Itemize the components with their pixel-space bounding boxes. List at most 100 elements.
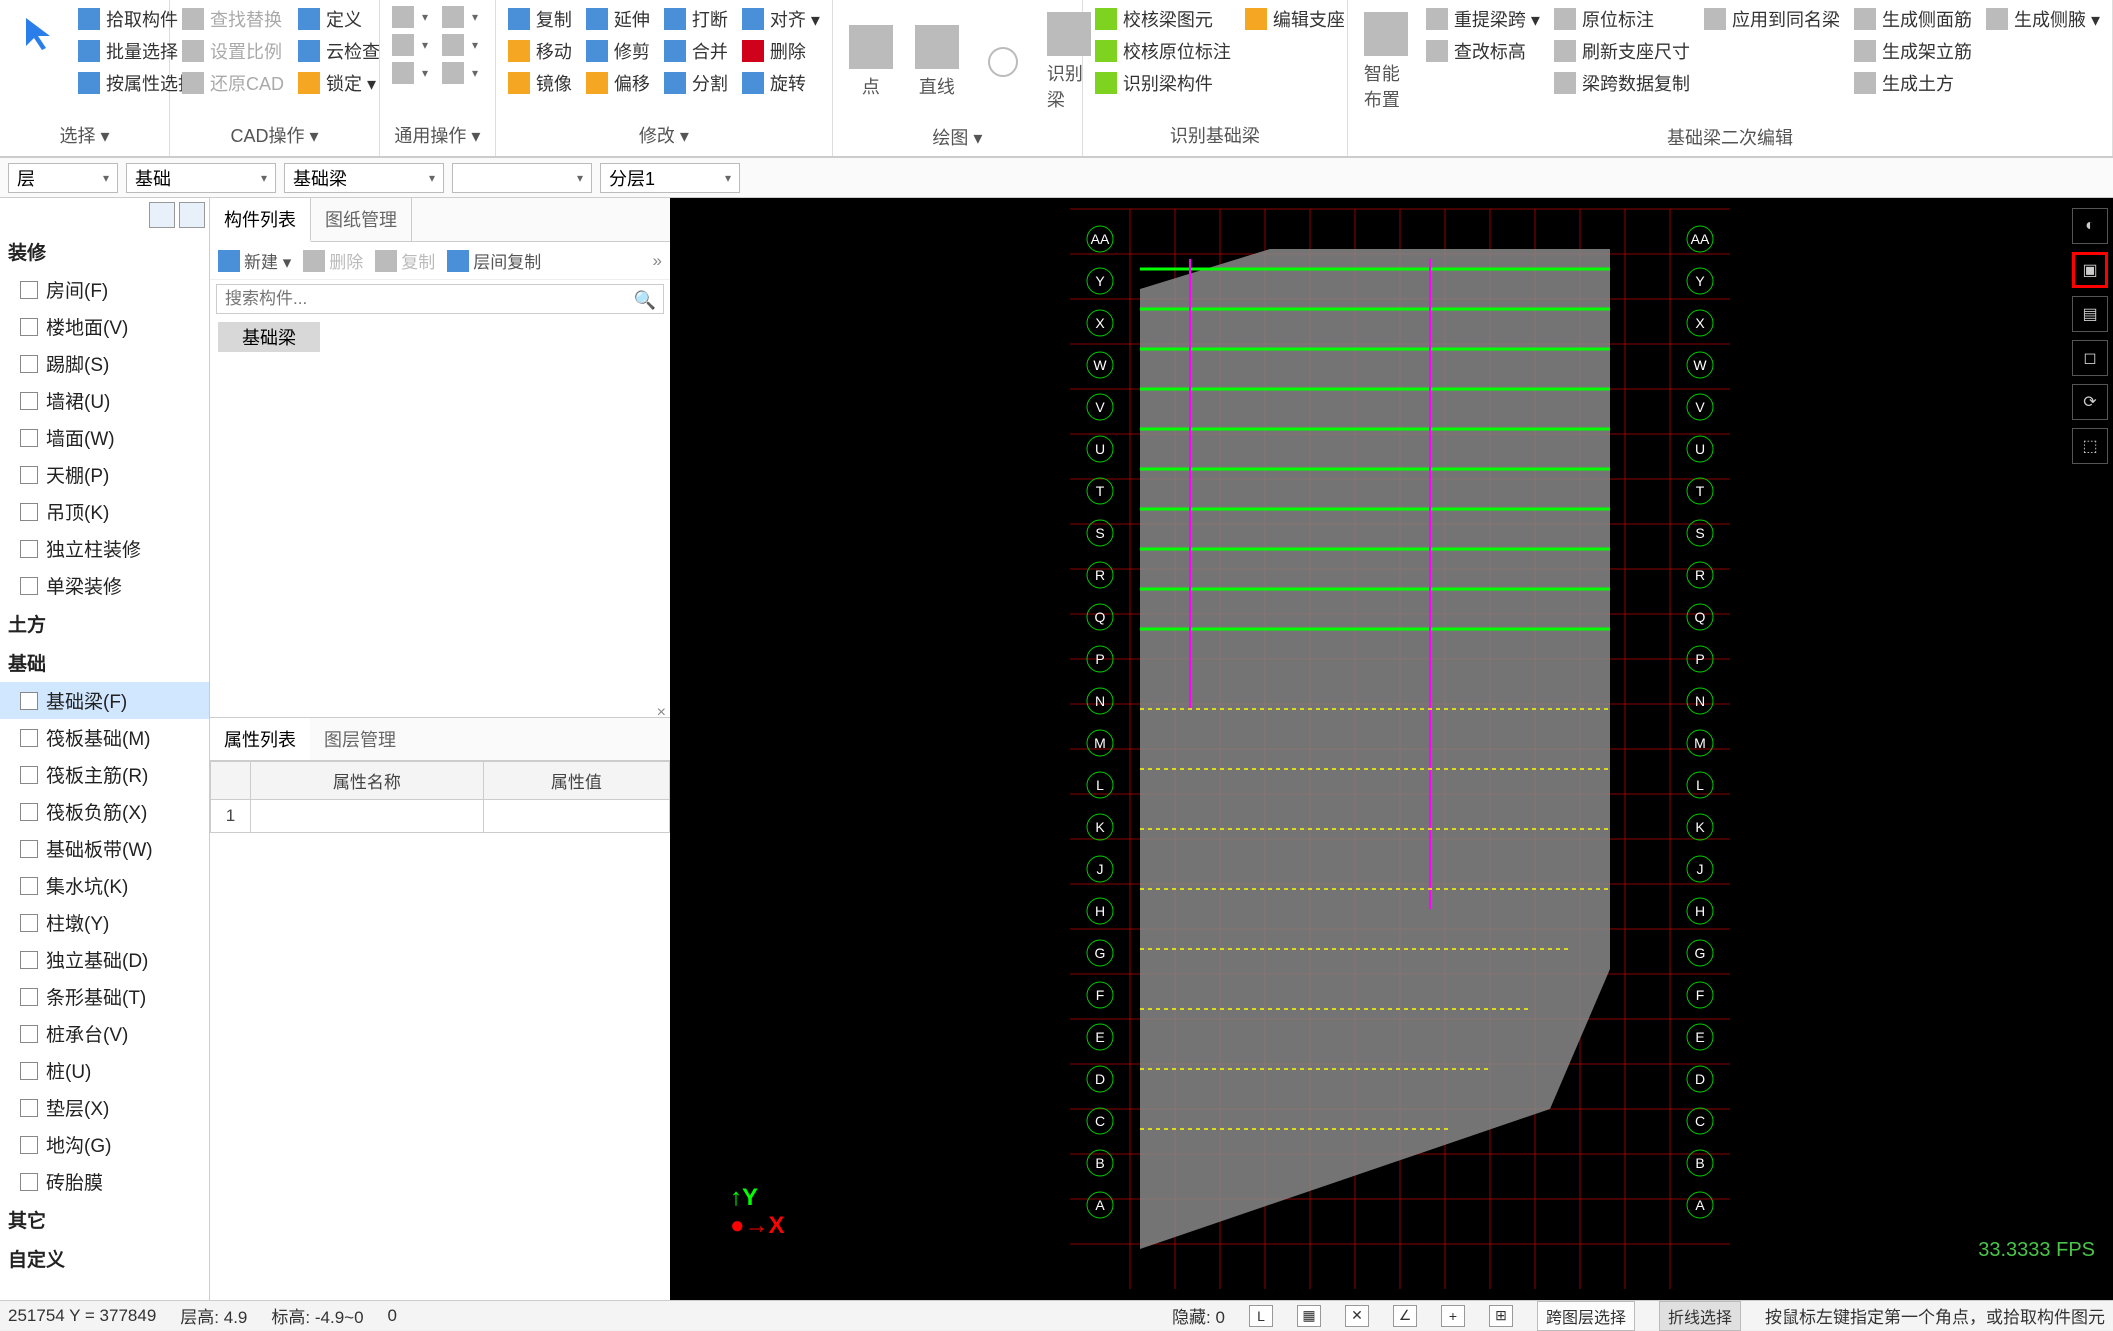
common-1[interactable]: ▾ <box>388 4 432 30</box>
tab-drawing-mgmt[interactable]: 图纸管理 <box>311 198 412 241</box>
polyline-select-button[interactable]: 折线选择 <box>1659 1301 1741 1331</box>
tree-item[interactable]: 天棚(P) <box>0 456 209 493</box>
lock-button[interactable]: 锁定 ▾ <box>294 68 384 98</box>
common-4[interactable]: ▾ <box>438 4 482 30</box>
orig-button[interactable]: 原位标注 <box>1550 4 1694 34</box>
trim-button[interactable]: 修剪 <box>582 36 654 66</box>
tab-component-list[interactable]: 构件列表 <box>210 198 311 242</box>
cat-custom-header[interactable]: 自定义 <box>0 1239 209 1278</box>
cat-decoration-header[interactable]: 装修 <box>0 232 209 271</box>
tree-item[interactable]: 踢脚(S) <box>0 345 209 382</box>
tree-item[interactable]: 墙面(W) <box>0 419 209 456</box>
tree-item[interactable]: 基础板带(W) <box>0 830 209 867</box>
component-tree-root[interactable]: 基础梁 <box>218 322 320 352</box>
view-tool-3d[interactable]: ▣ <box>2072 252 2108 288</box>
attr-close-icon[interactable]: × <box>657 704 666 722</box>
crosslayer-select-button[interactable]: 跨图层选择 <box>1537 1301 1635 1331</box>
status-icon-1[interactable]: L <box>1249 1305 1273 1327</box>
point-button[interactable]: 点 <box>841 17 901 107</box>
status-icon-3[interactable]: ✕ <box>1345 1305 1369 1327</box>
tree-item[interactable]: 柱墩(Y) <box>0 904 209 941</box>
draw-group-label[interactable]: 绘图 ▾ <box>841 120 1074 154</box>
cad-group-label[interactable]: CAD操作 ▾ <box>178 118 371 152</box>
copy-button[interactable]: 复制 <box>504 4 576 34</box>
layer-combo[interactable]: 分层1▾ <box>600 163 740 193</box>
attr-row-1[interactable]: 1 <box>211 800 670 833</box>
view-tool-3[interactable]: ◻ <box>2072 340 2108 376</box>
offset-button[interactable]: 偏移 <box>582 68 654 98</box>
tree-item[interactable]: 吊顶(K) <box>0 493 209 530</box>
tree-item[interactable]: 集水坑(K) <box>0 867 209 904</box>
set-scale-button[interactable]: 设置比例 <box>178 36 288 66</box>
tree-item[interactable]: 筏板负筋(X) <box>0 793 209 830</box>
break-button[interactable]: 打断 <box>660 4 732 34</box>
empty-combo[interactable]: ▾ <box>452 163 592 193</box>
status-icon-2[interactable]: ▦ <box>1297 1305 1321 1327</box>
line-button[interactable]: 直线 <box>907 17 967 107</box>
cat-soil-header[interactable]: 土方 <box>0 604 209 643</box>
tree-item[interactable]: 楼地面(V) <box>0 308 209 345</box>
copy-component-button[interactable]: 复制 <box>375 248 435 273</box>
rotate-button[interactable]: 旋转 <box>738 68 824 98</box>
mirror-button[interactable]: 镜像 <box>504 68 576 98</box>
modify-group-label[interactable]: 修改 ▾ <box>504 118 824 152</box>
delete-button[interactable]: 删除 <box>738 36 824 66</box>
common-5[interactable]: ▾ <box>438 32 482 58</box>
select-tool-button[interactable] <box>8 4 68 64</box>
view-tool-2[interactable]: ▤ <box>2072 296 2108 332</box>
copydata-button[interactable]: 梁跨数据复制 <box>1550 68 1694 98</box>
status-icon-5[interactable]: + <box>1441 1305 1465 1327</box>
tab-layer-mgmt[interactable]: 图层管理 <box>310 718 410 760</box>
common-6[interactable]: ▾ <box>438 60 482 86</box>
tree-item[interactable]: 砖胎膜 <box>0 1163 209 1200</box>
status-icon-6[interactable]: ⊞ <box>1489 1305 1513 1327</box>
applysame-button[interactable]: 应用到同名梁 <box>1700 4 1844 34</box>
tree-item[interactable]: 房间(F) <box>0 271 209 308</box>
define-button[interactable]: 定义 <box>294 4 384 34</box>
genside-button[interactable]: 生成侧面筋 <box>1850 4 1976 34</box>
check-beam-button[interactable]: 校核梁图元 <box>1091 4 1235 34</box>
check-orig-button[interactable]: 校核原位标注 <box>1091 36 1235 66</box>
retruss-button[interactable]: 重提梁跨 ▾ <box>1422 4 1544 34</box>
search-icon[interactable]: 🔍 <box>634 290 656 311</box>
view-tool-5[interactable]: ⬚ <box>2072 428 2108 464</box>
tree-item[interactable]: 基础梁(F) <box>0 682 209 719</box>
tree-item[interactable]: 地沟(G) <box>0 1126 209 1163</box>
gensoil-button[interactable]: 生成土方 <box>1850 68 1976 98</box>
align-button[interactable]: 对齐 ▾ <box>738 4 824 34</box>
new-component-button[interactable]: 新建 ▾ <box>218 248 291 273</box>
tree-item[interactable]: 桩承台(V) <box>0 1015 209 1052</box>
common-2[interactable]: ▾ <box>388 32 432 58</box>
merge-button[interactable]: 合并 <box>660 36 732 66</box>
newsupport-button[interactable]: 刷新支座尺寸 <box>1550 36 1694 66</box>
recog-comp-button[interactable]: 识别梁构件 <box>1091 68 1235 98</box>
tree-item[interactable]: 条形基础(T) <box>0 978 209 1015</box>
circle-button[interactable] <box>973 32 1033 92</box>
find-replace-button[interactable]: 查找替换 <box>178 4 288 34</box>
select-group-label[interactable]: 选择 ▾ <box>8 118 161 152</box>
more-toolbar-icon[interactable]: » <box>653 251 662 271</box>
cat-other-header[interactable]: 其它 <box>0 1200 209 1239</box>
cat-foundation-header[interactable]: 基础 <box>0 643 209 682</box>
genstand-button[interactable]: 生成架立筋 <box>1850 36 1976 66</box>
drawing-canvas[interactable]: AAAAYYXXWWVVUUTTSSRRQQPPNNMMLLKKJJHHGGFF… <box>670 198 2113 1300</box>
view-tool-1[interactable]: ◐ <box>2072 208 2108 244</box>
genfloor-button[interactable]: 生成侧腋 ▾ <box>1982 4 2104 34</box>
tree-item[interactable]: 独立基础(D) <box>0 941 209 978</box>
split-button[interactable]: 分割 <box>660 68 732 98</box>
layer-copy-button[interactable]: 层间复制 <box>447 248 541 273</box>
edit-support-button[interactable]: 编辑支座 <box>1241 4 1349 34</box>
common-group-label[interactable]: 通用操作 ▾ <box>388 118 487 152</box>
checkelev-button[interactable]: 查改标高 <box>1422 36 1544 66</box>
tree-item[interactable]: 桩(U) <box>0 1052 209 1089</box>
smart-layout-button[interactable]: 智能布置 <box>1356 4 1416 120</box>
category-combo[interactable]: 基础▾ <box>126 163 276 193</box>
view-tool-4[interactable]: ⟳ <box>2072 384 2108 420</box>
tree-item[interactable]: 筏板主筋(R) <box>0 756 209 793</box>
floor-combo[interactable]: 层▾ <box>8 163 118 193</box>
restore-cad-button[interactable]: 还原CAD <box>178 68 288 98</box>
tree-item[interactable]: 垫层(X) <box>0 1089 209 1126</box>
component-search-input[interactable] <box>216 284 664 314</box>
tree-item[interactable]: 筏板基础(M) <box>0 719 209 756</box>
panel-view-icon-2[interactable] <box>179 202 205 228</box>
